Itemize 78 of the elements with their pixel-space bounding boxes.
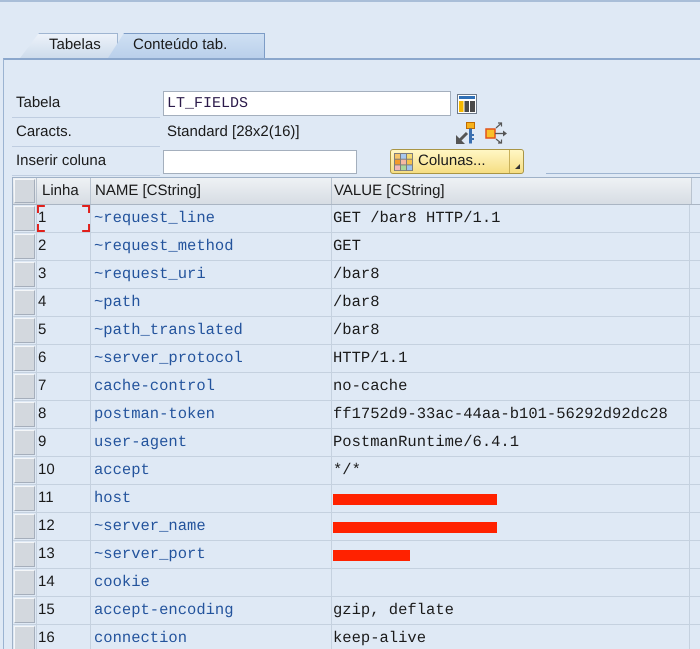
row-selector[interactable] bbox=[14, 458, 35, 483]
row-selector[interactable] bbox=[14, 374, 35, 399]
line-number: 3 bbox=[38, 264, 46, 284]
field-value-cell: PostmanRuntime/6.4.1 bbox=[332, 429, 690, 456]
table-name-field[interactable]: LT_FIELDS bbox=[163, 91, 451, 116]
field-value-cell: gzip, deflate bbox=[332, 597, 690, 624]
row-selector[interactable] bbox=[14, 570, 35, 595]
line-number: 9 bbox=[38, 432, 46, 452]
field-name-cell: cookie bbox=[91, 569, 332, 596]
field-name-cell: ~request_method bbox=[91, 233, 332, 260]
line-number: 6 bbox=[38, 348, 46, 368]
line-number: 11 bbox=[38, 488, 54, 508]
field-name-cell: cache-control bbox=[91, 373, 332, 400]
row-selector[interactable] bbox=[14, 626, 35, 649]
column-header[interactable]: Linha bbox=[37, 178, 91, 204]
row-selector[interactable] bbox=[14, 542, 35, 567]
field-value-cell: /bar8 bbox=[332, 261, 690, 288]
line-number: 8 bbox=[38, 404, 46, 424]
dropdown-caret-icon bbox=[515, 164, 520, 169]
field-name-cell: postman-token bbox=[91, 401, 332, 428]
line-number: 14 bbox=[38, 572, 55, 592]
row-selector[interactable] bbox=[14, 318, 35, 343]
arrows-square-icon[interactable] bbox=[485, 122, 507, 144]
row-selector[interactable] bbox=[14, 290, 35, 315]
line-number: 13 bbox=[38, 544, 55, 564]
row-selector[interactable] bbox=[14, 346, 35, 371]
color-grid-icon bbox=[394, 152, 413, 170]
field-value-cell: */* bbox=[332, 457, 690, 484]
row-selector[interactable] bbox=[14, 514, 35, 539]
row-selector[interactable] bbox=[14, 234, 35, 259]
field-name-cell: ~server_name bbox=[91, 513, 332, 540]
line-number: 1 bbox=[38, 208, 46, 228]
field-name-cell: accept bbox=[91, 457, 332, 484]
select-all-button[interactable] bbox=[14, 179, 35, 203]
column-header[interactable]: NAME [CString] bbox=[91, 178, 332, 204]
field-value-cell: ff1752d9-33ac-44aa-b101-56292d92dc28 bbox=[332, 401, 690, 428]
tab[interactable]: Tabelas bbox=[20, 33, 118, 58]
line-number: 5 bbox=[38, 320, 46, 340]
field-name-cell: user-agent bbox=[91, 429, 332, 456]
tab[interactable]: Conteúdo tab. bbox=[108, 33, 265, 58]
field-name-cell: ~server_port bbox=[91, 541, 332, 568]
field-value-cell: GET /bar8 HTTP/1.1 bbox=[332, 205, 690, 232]
row-selector[interactable] bbox=[14, 402, 35, 427]
field-name-cell: accept-encoding bbox=[91, 597, 332, 624]
insert-column-field[interactable] bbox=[163, 150, 357, 174]
field-name-cell: ~server_protocol bbox=[91, 345, 332, 372]
field-name-cell: connection bbox=[91, 625, 332, 649]
field-name-cell: ~path bbox=[91, 289, 332, 316]
line-number: 7 bbox=[38, 376, 46, 396]
columns-button[interactable]: Colunas... bbox=[390, 149, 524, 174]
field-value-cell: /bar8 bbox=[332, 317, 690, 344]
field-value-cell: keep-alive bbox=[332, 625, 690, 649]
field-label: Caracts. bbox=[12, 118, 160, 147]
table-columns-icon[interactable] bbox=[457, 94, 477, 114]
row-selector[interactable] bbox=[14, 598, 35, 623]
column-header[interactable]: VALUE [CString] bbox=[332, 178, 692, 204]
line-number: 15 bbox=[38, 600, 55, 620]
line-number: 2 bbox=[38, 236, 46, 256]
row-selector[interactable] bbox=[14, 262, 35, 287]
field-name-cell: ~request_line bbox=[91, 205, 332, 232]
field-name-cell: host bbox=[91, 485, 332, 512]
field-value-cell: /bar8 bbox=[332, 289, 690, 316]
line-number: 10 bbox=[38, 460, 55, 480]
field-value-cell: GET bbox=[332, 233, 690, 260]
line-number: 12 bbox=[38, 516, 55, 536]
field-name-cell: ~request_uri bbox=[91, 261, 332, 288]
field-label: Inserir coluna bbox=[12, 147, 160, 176]
row-selector[interactable] bbox=[14, 206, 35, 231]
field-name-cell: ~path_translated bbox=[91, 317, 332, 344]
characteristics-value: Standard [28x2(16)] bbox=[166, 122, 301, 142]
field-value-cell: HTTP/1.1 bbox=[332, 345, 690, 372]
field-label: Tabela bbox=[12, 89, 160, 118]
row-selector[interactable] bbox=[14, 486, 35, 511]
key-arrow-icon[interactable] bbox=[456, 122, 476, 144]
row-selector[interactable] bbox=[14, 430, 35, 455]
line-number: 4 bbox=[38, 292, 46, 312]
field-value-cell: no-cache bbox=[332, 373, 690, 400]
line-number: 16 bbox=[38, 628, 55, 648]
